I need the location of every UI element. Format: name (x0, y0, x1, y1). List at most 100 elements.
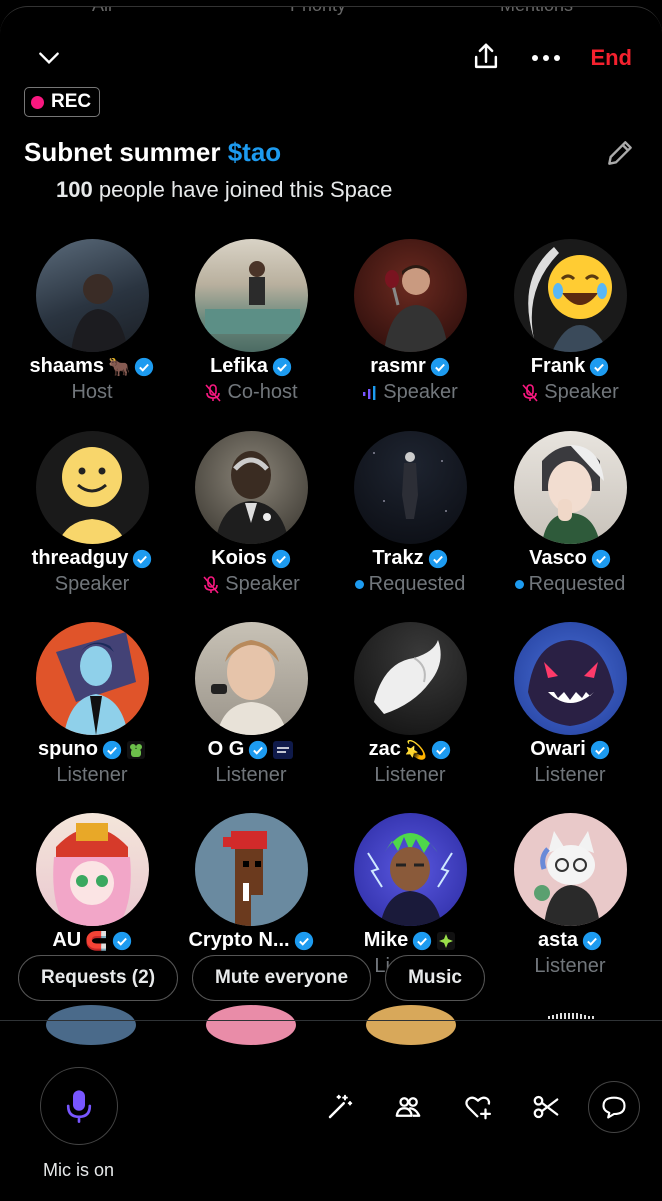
requests-button[interactable]: Requests (2) (18, 955, 179, 1001)
more-options-icon[interactable] (528, 43, 564, 73)
participant-name: rasmr (370, 355, 426, 377)
joined-suffix: people have joined this Space (92, 177, 393, 202)
avatar[interactable] (35, 813, 149, 926)
participant-role: Listener (534, 955, 606, 977)
verified-badge-icon (591, 549, 611, 568)
space-title-cashtag[interactable]: $tao (228, 137, 281, 167)
sparkle-badge-icon (437, 931, 456, 950)
avatar[interactable] (194, 622, 308, 735)
participant-role: Listener (374, 764, 446, 786)
share-icon[interactable] (470, 39, 502, 75)
participant-name: Trakz (372, 547, 424, 569)
verified-badge-icon (271, 549, 290, 568)
participant-role: Listener (534, 764, 606, 786)
avatar[interactable] (513, 431, 627, 544)
clip-scissors-icon[interactable] (526, 1087, 566, 1127)
background-tab-all: All (92, 7, 112, 16)
participant-name: zac (368, 738, 401, 760)
participant-owari[interactable]: Owari Listener (490, 622, 650, 787)
avatar[interactable] (194, 431, 308, 544)
participant-lefika[interactable]: Lefika Co-host (171, 239, 331, 404)
avatar[interactable] (35, 622, 149, 735)
verified-badge-icon (413, 931, 432, 950)
bottom-divider (0, 1020, 662, 1021)
participant-name: O G (207, 738, 245, 760)
participant-role: Speaker (544, 381, 619, 403)
verified-badge-icon (430, 357, 449, 376)
participant-name: Frank (530, 355, 586, 377)
collapse-chevron-down-icon[interactable] (34, 43, 64, 73)
participant-threadguy[interactable]: threadguy Speaker (12, 431, 172, 596)
avatar[interactable] (353, 622, 467, 735)
verified-badge-icon (590, 357, 609, 376)
avatar[interactable] (513, 239, 627, 352)
verified-badge-icon (428, 549, 447, 568)
participant-rasmr[interactable]: rasmr Speaker (330, 239, 490, 404)
verified-badge-icon (133, 549, 152, 568)
mic-status-label: Mic is on (43, 1160, 115, 1180)
avatar[interactable] (35, 239, 149, 352)
participant-name: Crypto N... (188, 929, 290, 951)
recording-badge: REC (24, 87, 101, 117)
avatar[interactable] (353, 239, 467, 352)
top-bar: End (0, 37, 662, 81)
mic-muted-icon (522, 383, 538, 402)
frog-badge-icon (127, 740, 145, 759)
audio-bars-icon (363, 385, 376, 400)
verified-badge-icon (272, 357, 292, 376)
participant-mike[interactable]: Mike Listener (330, 813, 490, 978)
ox-emoji: 🐂 (108, 356, 131, 377)
participant-name: Koios (211, 547, 267, 569)
participant-role: Listener (215, 764, 287, 786)
participant-zac[interactable]: zac 💫 Listener (330, 622, 490, 787)
verified-badge-icon (432, 740, 451, 759)
participant-crypto-n[interactable]: Crypto N... (171, 813, 331, 955)
chat-bubble-icon (602, 1096, 626, 1119)
participant-au[interactable]: AU 🧲 (12, 813, 172, 955)
avatar[interactable] (353, 431, 467, 544)
participant-name: Lefika (210, 355, 268, 377)
space-title: Subnet summer $tao (24, 137, 281, 168)
verified-badge-icon (249, 740, 268, 759)
edit-pencil-icon[interactable] (604, 137, 636, 174)
music-button[interactable]: Music (385, 955, 485, 1001)
space-title-text: Subnet summer (24, 137, 228, 167)
participant-name: AU (52, 929, 82, 951)
participant-frank[interactable]: Frank Speaker (490, 239, 650, 404)
participant-trakz[interactable]: Trakz Requested (330, 431, 490, 596)
mic-muted-icon (205, 383, 222, 402)
next-row-avatar-peek (366, 1005, 456, 1045)
recording-dot-icon (31, 95, 44, 109)
participant-name: Mike (363, 929, 409, 951)
participant-name: threadguy (31, 547, 129, 569)
avatar[interactable] (513, 813, 627, 926)
participant-shaams[interactable]: shaams 🐂 Host (12, 239, 172, 404)
participant-og[interactable]: O G Listener (171, 622, 331, 787)
comments-chat-button[interactable] (588, 1081, 640, 1133)
participant-role: Speaker (383, 381, 458, 403)
heart-plus-icon[interactable] (458, 1087, 498, 1127)
avatar[interactable] (513, 622, 627, 735)
participant-role: Listener (56, 764, 128, 786)
avatar[interactable] (35, 431, 149, 544)
avatar[interactable] (353, 813, 467, 926)
mute-everyone-button[interactable]: Mute everyone (192, 955, 372, 1001)
participant-koios[interactable]: Koios Speaker (171, 431, 331, 596)
participant-role: Speaker (225, 573, 300, 595)
effects-magic-wand-icon[interactable] (320, 1087, 360, 1127)
participant-role: Speaker (54, 573, 130, 595)
avatar[interactable] (194, 813, 308, 926)
verified-badge-icon (582, 931, 602, 950)
participant-role: Host (71, 381, 113, 403)
mic-toggle-button[interactable] (40, 1067, 118, 1145)
space-sheet: All Priority Mentions End REC Subnet sum… (0, 6, 662, 1201)
host-actions-row: Requests (2) Mute everyone Music (18, 955, 485, 1001)
requested-dot-icon (514, 580, 524, 589)
end-space-button[interactable]: End (590, 45, 632, 71)
joined-count: 100 (56, 177, 93, 202)
participant-spuno[interactable]: spuno Listener (12, 622, 172, 787)
avatar[interactable] (194, 239, 308, 352)
people-icon[interactable] (388, 1087, 428, 1127)
participant-vasco[interactable]: Vasco Requested (490, 431, 650, 596)
participant-asta[interactable]: asta Listener (490, 813, 650, 978)
